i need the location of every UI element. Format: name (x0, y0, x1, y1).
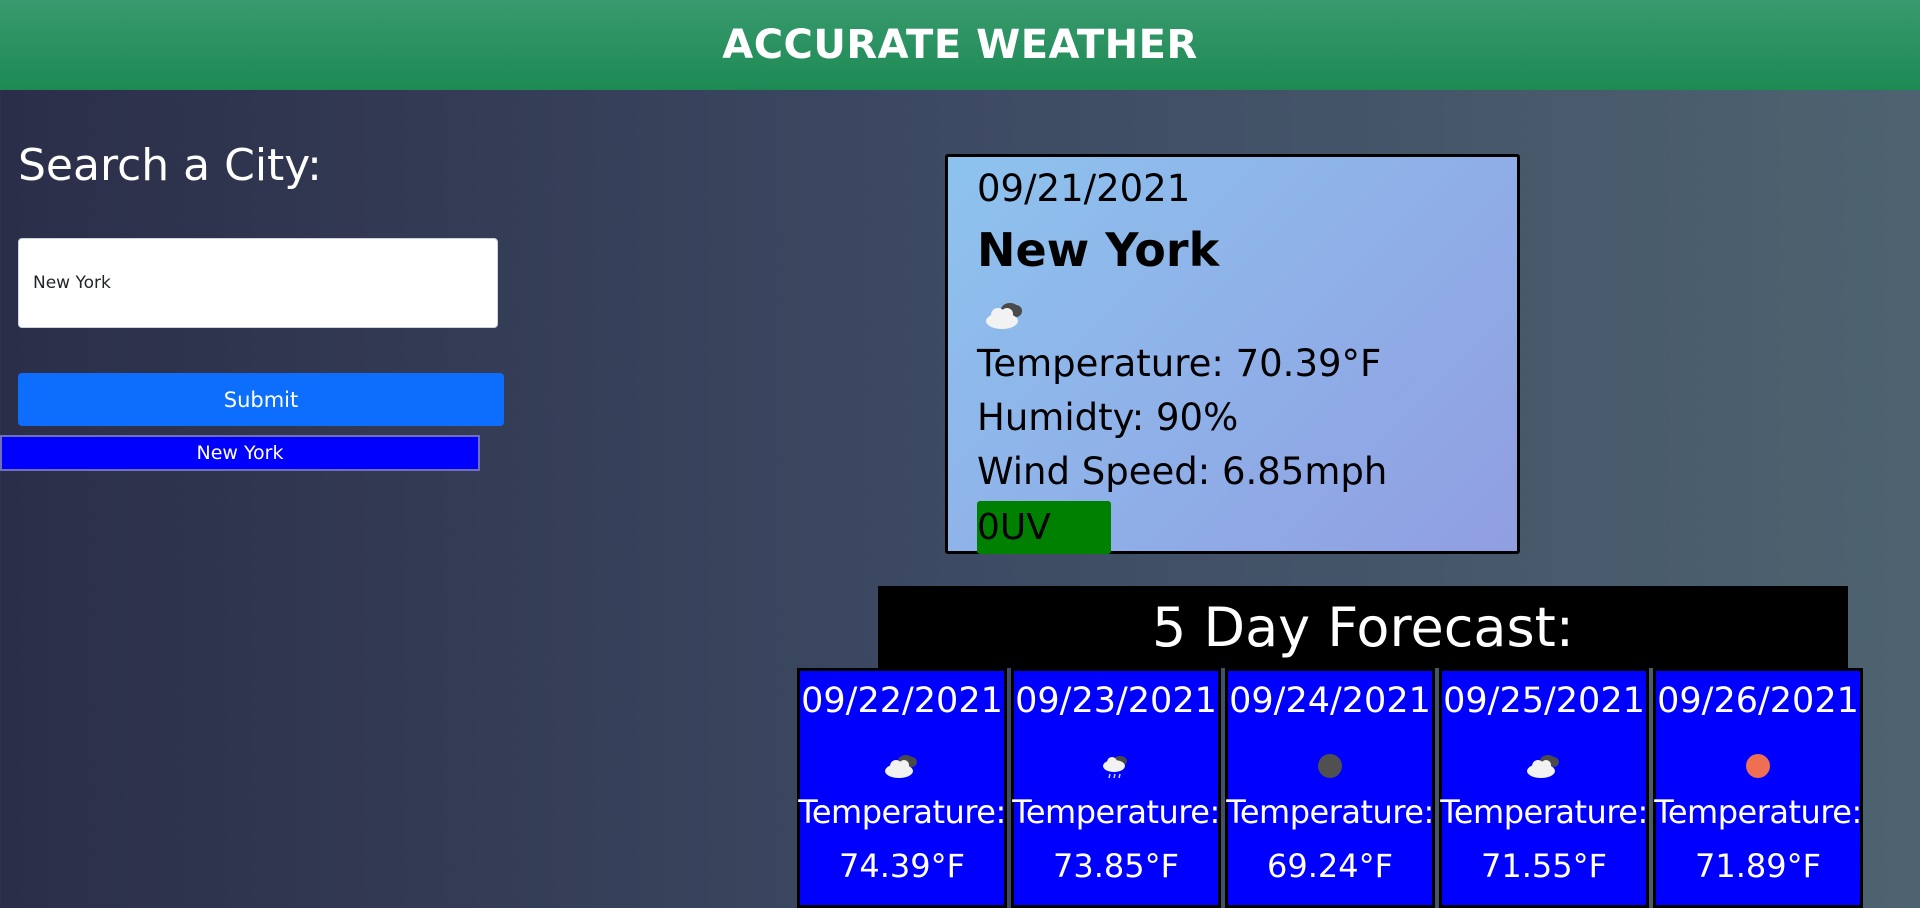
forecast-date: 09/24/2021 (1229, 681, 1431, 721)
forecast-temp-value: 74.39°F (838, 847, 965, 885)
current-temperature: Temperature: 70.39°F (977, 342, 1382, 385)
forecast-card: 09/23/2021 Temperature: 73.85°F (1011, 668, 1221, 908)
forecast-date: 09/25/2021 (1443, 681, 1645, 721)
rain-cloud-icon (1103, 756, 1127, 779)
current-humidity: Humidty: 90% (977, 396, 1239, 439)
forecast-temp-label: Temperature: (798, 793, 1006, 831)
current-date: 09/21/2021 (977, 167, 1191, 210)
current-weather-card: 09/21/2021 New York Temperature: 70.39°F… (945, 154, 1520, 554)
forecast-list: 09/22/2021 Temperature: 74.39°F 09/23/20… (797, 668, 1867, 908)
forecast-temp-value: 71.55°F (1480, 847, 1607, 885)
forecast-temp-label: Temperature: (1012, 793, 1220, 831)
forecast-card: 09/24/2021 Temperature: 69.24°F (1225, 668, 1435, 908)
overcast-icon (1318, 754, 1342, 778)
uv-index-badge: 0UV (977, 501, 1111, 554)
history-item-new-york[interactable]: New York (0, 435, 480, 471)
submit-button[interactable]: Submit (18, 373, 504, 426)
broken-clouds-icon (885, 755, 917, 778)
forecast-temp-value: 69.24°F (1266, 847, 1393, 885)
sun-icon (1746, 754, 1770, 778)
broken-clouds-icon (986, 303, 1022, 329)
current-city: New York (977, 223, 1220, 277)
forecast-heading: 5 Day Forecast: (878, 586, 1848, 668)
current-wind-speed: Wind Speed: 6.85mph (977, 450, 1388, 493)
forecast-temp-label: Temperature: (1226, 793, 1434, 831)
forecast-card: 09/26/2021 Temperature: 71.89°F (1653, 668, 1863, 908)
app-title: ACCURATE WEATHER (722, 22, 1198, 68)
forecast-date: 09/26/2021 (1657, 681, 1859, 721)
forecast-card: 09/22/2021 Temperature: 74.39°F (797, 668, 1007, 908)
forecast-card: 09/25/2021 Temperature: 71.55°F (1439, 668, 1649, 908)
forecast-date: 09/22/2021 (801, 681, 1003, 721)
forecast-temp-value: 71.89°F (1694, 847, 1821, 885)
search-heading: Search a City: (18, 140, 322, 191)
forecast-temp-label: Temperature: (1440, 793, 1648, 831)
city-search-input[interactable] (18, 238, 498, 328)
broken-clouds-icon (1527, 755, 1559, 778)
forecast-temp-value: 73.85°F (1052, 847, 1179, 885)
forecast-date: 09/23/2021 (1015, 681, 1217, 721)
forecast-temp-label: Temperature: (1654, 793, 1862, 831)
app-header: ACCURATE WEATHER (0, 0, 1920, 90)
